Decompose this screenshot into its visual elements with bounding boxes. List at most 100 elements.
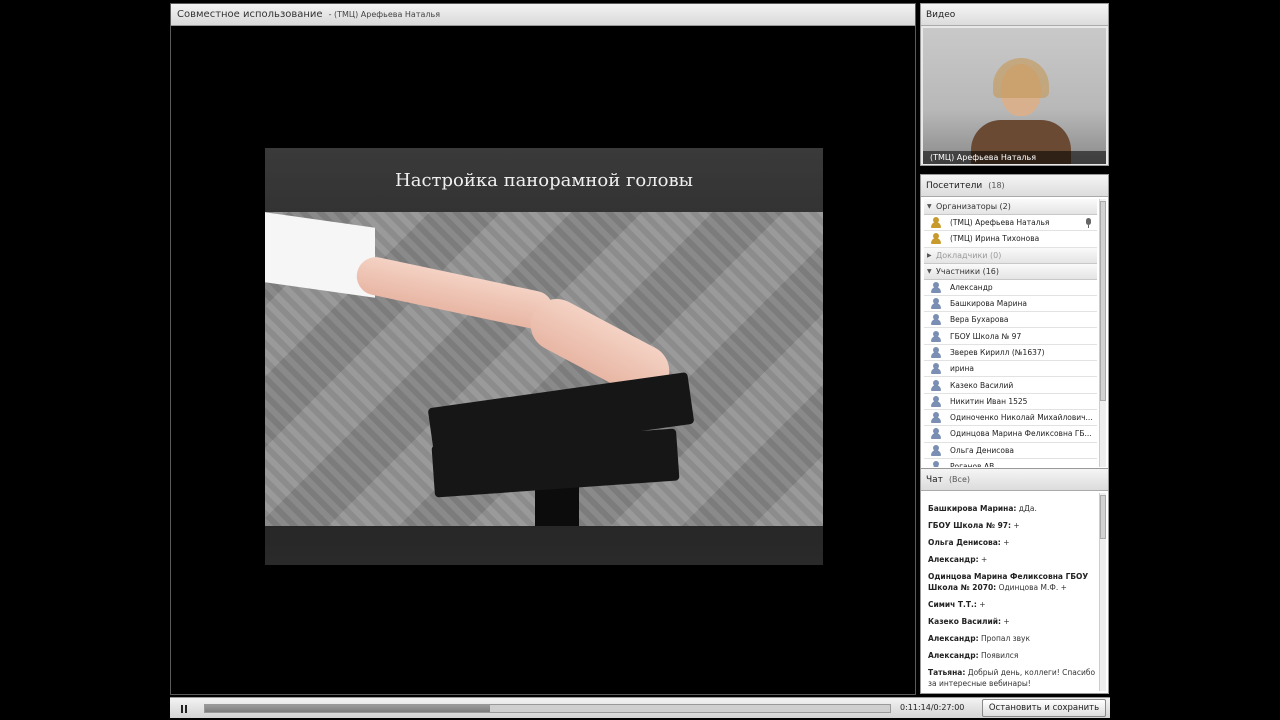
attendee-name: ГБОУ Школа № 97 xyxy=(950,331,1022,341)
chat-author: Казеко Василий: xyxy=(928,617,1001,626)
pause-icon xyxy=(181,704,183,713)
attendee-group-label: Докладчики (0) xyxy=(936,250,1002,260)
video-pod-header: Видео xyxy=(921,4,1108,26)
attendees-count: (18) xyxy=(988,181,1005,190)
chat-text: Появился xyxy=(978,651,1019,660)
share-pod-header: Совместное использование - (ТМЦ) Арефьев… xyxy=(171,4,915,26)
attendee-scroll-thumb[interactable] xyxy=(1100,201,1106,401)
attendee-row[interactable]: ирина xyxy=(924,361,1097,378)
chat-message: Симич Т.Т.: + xyxy=(928,599,1098,610)
participant-user-icon xyxy=(931,428,941,440)
attendee-row[interactable]: Зверев Кирилл (№1637) xyxy=(924,345,1097,362)
attendee-name: (ТМЦ) Ирина Тихонова xyxy=(950,234,1040,244)
pause-icon-bar xyxy=(185,704,187,713)
attendee-row[interactable]: Казеко Василий xyxy=(924,377,1097,394)
collapse-triangle-icon[interactable]: ▶ xyxy=(927,252,936,259)
attendee-group-label: Организаторы (2) xyxy=(936,202,1011,211)
chat-text: + xyxy=(1000,538,1010,547)
chat-author: Татьяна: xyxy=(928,668,966,677)
attendee-list-scrollbar[interactable] xyxy=(1099,199,1106,467)
expand-triangle-icon[interactable]: ▼ xyxy=(927,268,936,275)
attendee-name: Александр xyxy=(950,282,993,292)
participant-user-icon xyxy=(931,281,941,293)
participant-user-icon xyxy=(931,379,941,391)
attendee-group-header[interactable]: ▶ Докладчики (0) xyxy=(924,247,1097,264)
participant-user-icon xyxy=(931,346,941,358)
chat-author: Ольга Денисова: xyxy=(928,538,1001,547)
chat-author: Александр: xyxy=(928,634,979,643)
share-content-area: Настройка панорамной головы xyxy=(171,26,915,694)
attendee-row[interactable]: Одиноченко Николай Михайлович... xyxy=(924,410,1097,427)
attendee-row[interactable]: Роганов АВ xyxy=(924,459,1097,467)
host-user-icon xyxy=(931,233,941,245)
participant-user-icon xyxy=(931,314,941,326)
playback-progress-bar[interactable] xyxy=(204,704,891,713)
attendee-name: Никитин Иван 1525 xyxy=(950,396,1028,406)
chat-pod-title: Чат xyxy=(926,474,943,485)
attendee-row[interactable]: (ТМЦ) Арефьева Наталья xyxy=(924,215,1097,232)
chat-message: ГБОУ Школа № 97: + xyxy=(928,520,1098,531)
chat-message: Казеко Василий: + xyxy=(928,616,1098,627)
participant-user-icon xyxy=(931,444,941,456)
attendee-row[interactable]: (ТМЦ) Ирина Тихонова xyxy=(924,231,1097,248)
video-pod: Видео (ТМЦ) Арефьева Наталья xyxy=(920,3,1109,166)
chat-pod-header: Чат (Все) xyxy=(921,469,1108,491)
attendee-row[interactable]: Башкирова Марина xyxy=(924,296,1097,313)
playback-bar: 0:11:14/0:27:00 Остановить и сохранить xyxy=(170,697,1110,718)
attendee-row[interactable]: Никитин Иван 1525 xyxy=(924,394,1097,410)
chat-author: Александр: xyxy=(928,651,979,660)
chat-author: Александр: xyxy=(928,555,979,564)
chat-message: Одинцова Марина Феликсовна ГБОУ Школа № … xyxy=(928,571,1098,593)
chat-message: Александр: + xyxy=(928,554,1098,565)
attendee-row[interactable]: Александр xyxy=(924,280,1097,296)
attendee-name: Одиноченко Николай Михайлович... xyxy=(950,413,1093,423)
chat-pod: Чат (Все) Башкирова Марина: дДа. ГБОУ Шко… xyxy=(920,468,1109,694)
attendee-list[interactable]: ▼ Организаторы (2) (ТМЦ) Арефьева Наталья(… xyxy=(924,199,1097,467)
video-pod-title: Видео xyxy=(926,9,956,20)
participant-user-icon xyxy=(931,395,941,407)
participant-user-icon xyxy=(931,330,941,342)
participant-user-icon xyxy=(931,461,941,467)
attendee-row[interactable]: Ольга Денисова xyxy=(924,443,1097,459)
speaker-hair xyxy=(993,58,1049,98)
chat-text: Одинцова М.Ф. + xyxy=(996,583,1067,592)
attendee-name: Ольга Денисова xyxy=(950,445,1015,455)
participant-user-icon xyxy=(931,412,941,424)
attendee-row[interactable]: Одинцова Марина Феликсовна ГБ... xyxy=(924,426,1097,443)
expand-triangle-icon[interactable]: ▼ xyxy=(927,203,936,210)
chat-scope[interactable]: (Все) xyxy=(949,475,970,484)
chat-text: + xyxy=(1011,521,1020,530)
chat-message: Татьяна: Добрый день, коллеги! Спасибо з… xyxy=(928,667,1098,689)
stop-and-save-button[interactable]: Остановить и сохранить xyxy=(982,699,1106,717)
attendee-group-header[interactable]: ▼ Организаторы (2) xyxy=(924,199,1097,215)
chat-author: ГБОУ Школа № 97: xyxy=(928,521,1012,530)
pause-button[interactable] xyxy=(176,701,192,716)
chat-message: Ольга Денисова: + xyxy=(928,537,1098,548)
presentation-slide: Настройка панорамной головы xyxy=(265,148,823,565)
attendee-name: Башкирова Марина xyxy=(950,299,1027,309)
chat-message: Александр: Пропал звук xyxy=(928,633,1098,644)
attendees-pod-header: Посетители (18) xyxy=(921,175,1108,197)
chat-author: Башкирова Марина: xyxy=(928,504,1017,513)
participant-user-icon xyxy=(931,298,941,310)
participant-user-icon xyxy=(931,363,941,375)
chat-message: Башкирова Марина: дДа. xyxy=(928,503,1098,514)
time-readout: 0:11:14/0:27:00 xyxy=(900,703,965,712)
attendee-row[interactable]: ГБОУ Школа № 97 xyxy=(924,328,1097,345)
share-pod-title: Совместное использование xyxy=(177,9,323,20)
attendee-name: Роганов АВ xyxy=(950,462,995,467)
slide-title: Настройка панорамной головы xyxy=(395,170,693,191)
attendee-name: Зверев Кирилл (№1637) xyxy=(950,347,1045,357)
attendee-name: Вера Бухарова xyxy=(950,315,1009,325)
attendee-group-label: Участники (16) xyxy=(936,266,999,276)
chat-author: Симич Т.Т.: xyxy=(928,600,977,609)
attendee-group-header[interactable]: ▼ Участники (16) xyxy=(924,263,1097,280)
microphone-icon xyxy=(1084,218,1093,228)
chat-scroll-thumb[interactable] xyxy=(1100,495,1106,539)
slide-photo xyxy=(265,212,823,526)
chat-scrollbar[interactable] xyxy=(1099,493,1106,691)
attendee-row[interactable]: Вера Бухарова xyxy=(924,312,1097,329)
attendee-name: (ТМЦ) Арефьева Наталья xyxy=(950,218,1050,228)
attendee-name: Казеко Василий xyxy=(950,380,1014,390)
chat-text: + xyxy=(1000,617,1010,626)
